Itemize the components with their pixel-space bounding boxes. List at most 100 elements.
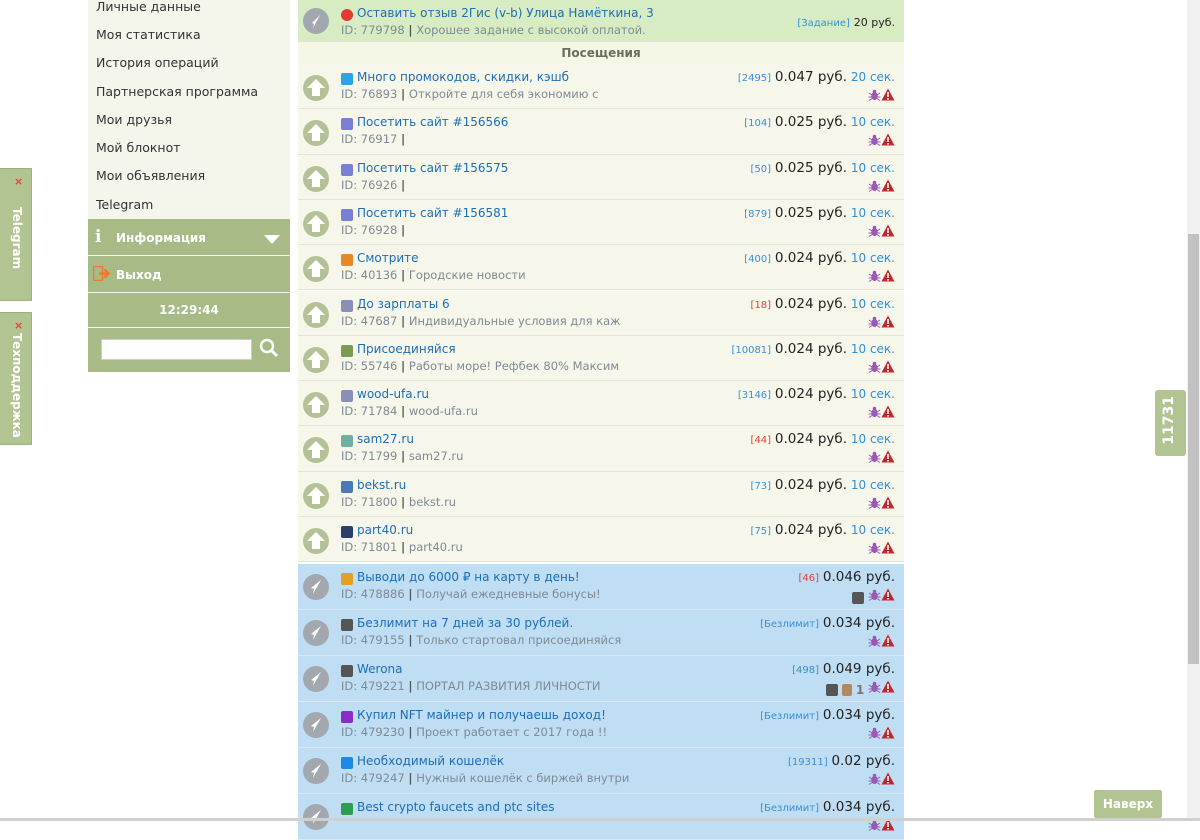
ad-title[interactable]: Необходимый кошелёк (357, 754, 504, 768)
ad-title[interactable]: Безлимит на 7 дней за 30 рублей. (357, 616, 573, 630)
visit-row[interactable]: Присоединяйся ID: 55746 | Работы море! Ре… (298, 335, 904, 382)
bug-icon[interactable] (868, 727, 881, 740)
bug-icon[interactable] (868, 819, 881, 832)
logout-button[interactable]: Выход (88, 256, 290, 292)
telegram-side-tab[interactable]: × Telegram (0, 168, 32, 301)
up-arrow-icon[interactable] (303, 437, 329, 464)
info-menu-toggle[interactable]: i Информация (88, 219, 290, 255)
warning-icon[interactable] (881, 634, 895, 647)
visit-row[interactable]: Посетить сайт #156575 ID: 76926 | [50] 0.… (298, 154, 904, 200)
warning-icon[interactable] (881, 541, 895, 554)
sidebar-item-friends[interactable]: Мои друзья (88, 106, 290, 134)
sidebar-item-stats[interactable]: Моя статистика (88, 21, 290, 49)
visit-row[interactable]: part40.ru ID: 71801 | part40.ru [75] 0.024… (298, 517, 904, 563)
warning-icon[interactable] (881, 360, 895, 373)
ad-row[interactable]: Необходимый кошелёк ID: 479247 | Нужный к… (298, 748, 904, 795)
close-icon[interactable]: × (14, 319, 23, 332)
bug-icon[interactable] (868, 361, 881, 373)
warning-icon[interactable] (881, 405, 895, 418)
warning-icon[interactable] (881, 450, 895, 463)
bug-icon[interactable] (868, 406, 881, 419)
ad-row[interactable]: Безлимит на 7 дней за 30 рублей. ID: 4791… (298, 610, 904, 657)
send-arrow-icon[interactable] (303, 666, 329, 693)
sidebar-item-personal[interactable]: Личные данные (88, 0, 290, 21)
up-arrow-icon[interactable] (303, 75, 329, 101)
task-row[interactable]: Оставить отзыв 2Гис (v-b) Улица Намёткин… (298, 0, 904, 42)
bug-icon[interactable] (868, 89, 881, 101)
bug-icon[interactable] (868, 773, 881, 786)
sidebar-item-notebook[interactable]: Мой блокнот (88, 134, 290, 162)
warning-icon[interactable] (881, 496, 895, 509)
up-arrow-icon[interactable] (303, 301, 329, 328)
search-icon[interactable] (259, 338, 279, 358)
up-arrow-icon[interactable] (303, 346, 329, 373)
scrollbar-thumb[interactable] (1188, 234, 1199, 664)
visit-title[interactable]: bekst.ru (357, 478, 406, 492)
close-icon[interactable]: × (14, 175, 23, 188)
send-arrow-icon[interactable] (303, 712, 329, 739)
up-arrow-icon[interactable] (303, 120, 329, 147)
warning-icon[interactable] (881, 726, 895, 739)
sidebar-item-ads[interactable]: Мои объявления (88, 162, 290, 190)
warning-icon[interactable] (881, 133, 895, 146)
send-arrow-icon[interactable] (303, 574, 329, 601)
sidebar-item-telegram[interactable]: Telegram (88, 191, 290, 219)
visit-title[interactable]: Посетить сайт #156581 (357, 206, 508, 220)
up-arrow-icon[interactable] (303, 256, 329, 283)
warning-icon[interactable] (881, 680, 895, 693)
bug-icon[interactable] (868, 681, 881, 694)
bug-icon[interactable] (868, 316, 881, 328)
scroll-top-button[interactable]: Наверх (1094, 790, 1162, 818)
up-arrow-icon[interactable] (303, 165, 329, 192)
bug-icon[interactable] (868, 270, 881, 283)
visit-title[interactable]: Присоединяйся (357, 342, 456, 356)
bug-icon[interactable] (868, 542, 881, 554)
send-arrow-icon[interactable] (303, 8, 329, 34)
visit-title[interactable]: wood-ufa.ru (357, 387, 429, 401)
scrollbar[interactable] (1187, 0, 1200, 821)
up-arrow-icon[interactable] (303, 210, 329, 237)
up-arrow-icon[interactable] (303, 392, 329, 419)
bug-icon[interactable] (868, 225, 881, 237)
warning-icon[interactable] (881, 772, 895, 785)
visit-title[interactable]: Посетить сайт #156566 (357, 115, 508, 129)
visit-title[interactable]: part40.ru (357, 523, 413, 537)
bug-icon[interactable] (868, 451, 881, 464)
warning-icon[interactable] (881, 88, 895, 101)
ad-row[interactable]: Werona ID: 479221 | ПОРТАЛ РАЗВИТИЯ ЛИЧНО… (298, 656, 904, 703)
visit-title[interactable]: Смотрите (357, 251, 419, 265)
warning-icon[interactable] (881, 315, 895, 328)
visit-row[interactable]: bekst.ru ID: 71800 | bekst.ru [73] 0.024 р… (298, 471, 904, 517)
ad-title[interactable]: Выводи до 6000 ₽ на карту в день! (357, 570, 580, 584)
copy-icon[interactable] (852, 591, 865, 604)
copy-icon[interactable] (826, 683, 839, 696)
support-side-tab[interactable]: × Техподдержка (0, 312, 32, 445)
visit-title[interactable]: До зарплаты 6 (357, 297, 450, 311)
visit-title[interactable]: Посетить сайт #156575 (357, 161, 508, 175)
warning-icon[interactable] (881, 224, 895, 237)
visit-row[interactable]: До зарплаты 6 ID: 47687 | Индивидуальные … (298, 290, 904, 336)
bug-icon[interactable] (868, 497, 881, 509)
visit-row[interactable]: sam27.ru ID: 71799 | sam27.ru [44] 0.024 р… (298, 426, 904, 472)
ad-row[interactable]: Купил NFT майнер и получаешь доход! ID: 4… (298, 702, 904, 749)
task-title[interactable]: Оставить отзыв 2Гис (v-b) Улица Намёткин… (357, 6, 654, 20)
sidebar-item-partner[interactable]: Партнерская программа (88, 78, 290, 106)
bug-icon[interactable] (868, 635, 881, 648)
visit-row[interactable]: wood-ufa.ru ID: 71784 | wood-ufa.ru [3146]… (298, 381, 904, 427)
ad-title[interactable]: Купил NFT майнер и получаешь доход! (357, 708, 606, 722)
visit-title[interactable]: Много промокодов, скидки, кэшб (357, 70, 569, 84)
warning-icon[interactable] (881, 179, 895, 192)
visit-row[interactable]: Посетить сайт #156566 ID: 76917 | [104] 0… (298, 109, 904, 155)
ad-title[interactable]: Best crypto faucets and ptc sites (357, 800, 554, 814)
bug-icon[interactable] (868, 134, 881, 147)
visit-row[interactable]: Смотрите ID: 40136 | Городские новости [40… (298, 245, 904, 291)
up-arrow-icon[interactable] (303, 528, 329, 554)
ad-row[interactable]: Выводи до 6000 ₽ на карту в день! ID: 478… (298, 564, 904, 611)
visit-row[interactable]: Много промокодов, скидки, кэшб ID: 76893 … (298, 64, 904, 110)
sidebar-item-history[interactable]: История операций (88, 49, 290, 77)
send-arrow-icon[interactable] (303, 620, 329, 647)
send-arrow-icon[interactable] (303, 758, 329, 785)
bug-icon[interactable] (868, 180, 881, 192)
search-input[interactable] (101, 339, 252, 360)
warning-icon[interactable] (881, 588, 895, 601)
